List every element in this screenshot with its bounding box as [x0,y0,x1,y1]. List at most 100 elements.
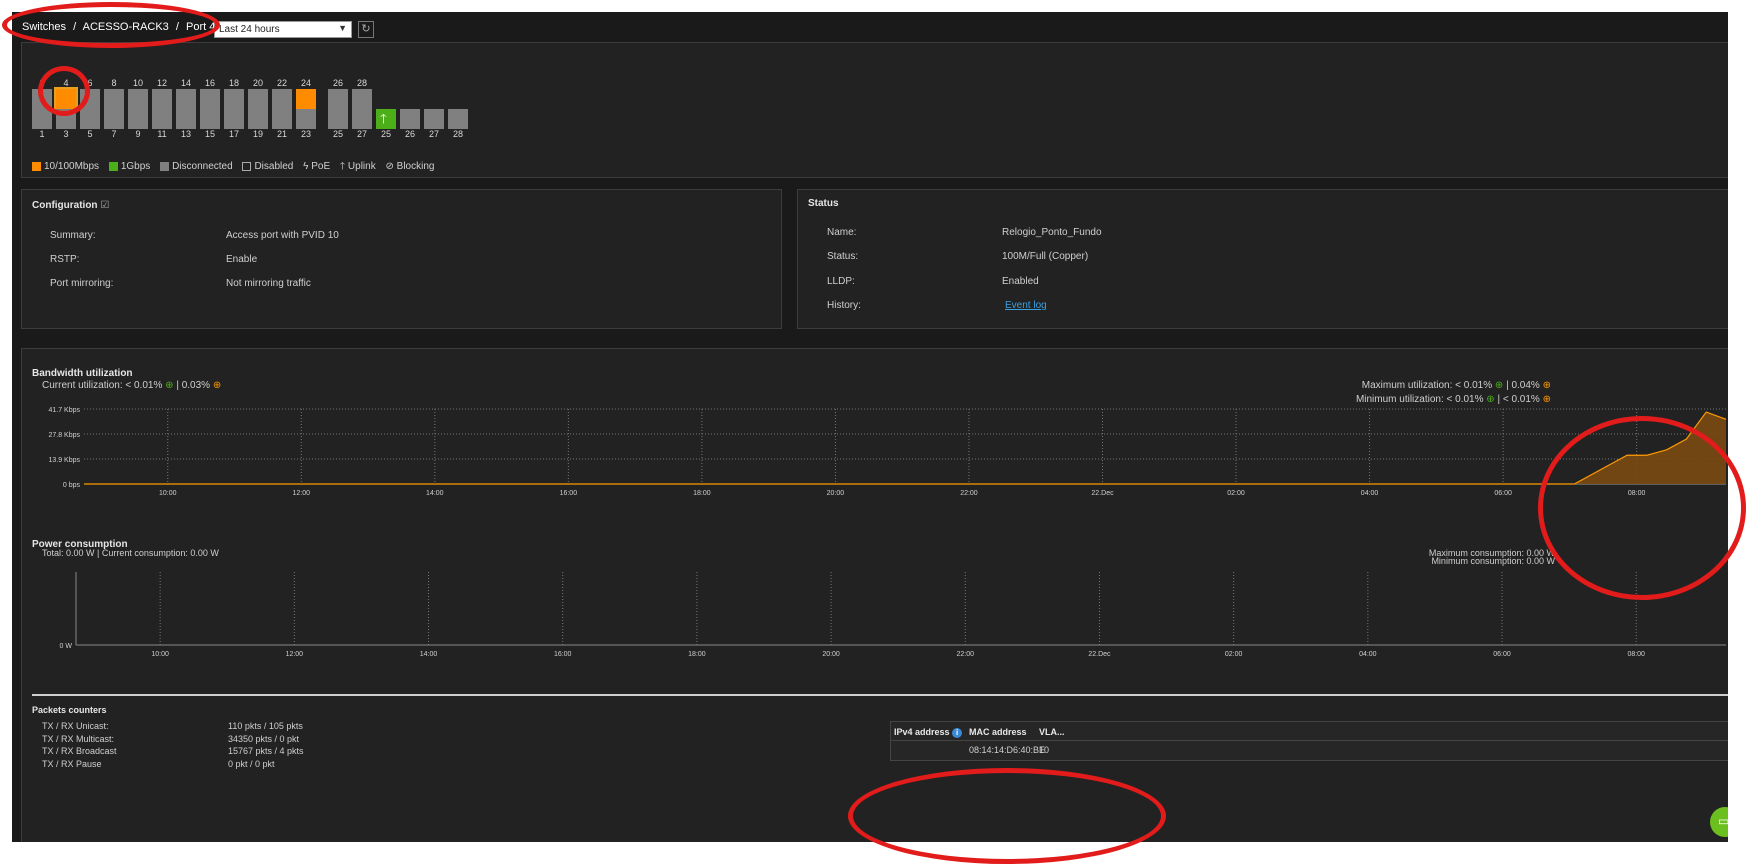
status-lldp-label: LLDP: [827,276,855,287]
status-title: Status [808,198,839,209]
legend-fast: 10/100Mbps [32,161,99,172]
packet-value: 110 pkts / 105 pkts [228,721,303,731]
port-19[interactable] [248,109,268,129]
port-23[interactable] [296,109,316,129]
packet-label: TX / RX Pause [42,758,102,769]
port-8[interactable] [104,89,124,109]
port-number-top: 20 [252,78,263,88]
port-number-top: 24 [300,78,311,88]
port-number-top: 26 [332,78,343,88]
x-tick-label: 02:00 [1227,490,1245,497]
port-number-bottom: 17 [228,129,239,139]
download-icon: ⊕ [165,380,174,391]
port-16[interactable] [200,89,220,109]
chevron-down-icon: ▼ [338,23,347,33]
x-tick-label: 10:00 [159,490,177,497]
legend-blocking: ⊘ Blocking [385,161,435,172]
legend-poe: ϟ PoE [303,161,331,172]
port-9[interactable] [128,109,148,129]
time-period-value: Last 24 hours [219,24,280,35]
port-number-bottom: 23 [300,129,311,139]
table-row[interactable]: 08:14:14:D6:40:BE 10 [891,741,1728,759]
port-27[interactable] [424,109,444,129]
port-number-bottom: 28 [452,129,463,139]
packet-label: TX / RX Broadcast [42,746,117,756]
x-tick-label: 20:00 [827,490,845,497]
power-summary: Total: 0.00 W | Current consumption: 0.0… [42,548,219,558]
annotation-circle-chart [1538,416,1746,600]
port-number-top: 12 [156,78,167,88]
status-history-label: History: [827,300,861,311]
config-mirroring-value: Not mirroring traffic [226,278,311,289]
config-rstp-label: RSTP: [50,254,80,265]
x-tick-label: 02:00 [1225,651,1243,658]
configuration-title: Configuration ☑ [32,200,110,211]
legend-disabled: Disabled [242,161,293,172]
port-12[interactable] [152,89,172,109]
mac-address-header[interactable]: MAC address [969,727,1027,737]
bandwidth-line [84,411,1727,485]
port-24[interactable] [296,89,316,109]
chat-icon: ▭ [1718,814,1728,828]
configuration-panel: Configuration ☑ Summary: Access port wit… [21,189,782,329]
port-17[interactable] [224,109,244,129]
annotation-circle-port4 [38,66,90,116]
port-27[interactable] [352,109,372,129]
x-tick-label: 10:00 [151,651,169,658]
x-tick-label: 12:00 [293,490,311,497]
ipv4-header[interactable]: IPv4 address i [894,727,963,738]
port-15[interactable] [200,109,220,129]
maximum-utilization: Maximum utilization: < 0.01% ⊕ | 0.04% ⊕ [1361,380,1551,391]
packet-value: 15767 pkts / 4 pkts [228,746,304,756]
port-number-bottom: 21 [276,129,287,139]
port-25[interactable] [328,109,348,129]
port-28[interactable] [448,109,468,129]
port-13[interactable] [176,109,196,129]
port-number-bottom: 26 [404,129,415,139]
port-5[interactable] [80,109,100,129]
x-tick-label: 16:00 [554,651,572,658]
port-20[interactable] [248,89,268,109]
x-tick-label: 22:00 [957,651,975,658]
port-number-bottom: 15 [204,129,215,139]
upload-icon: ⊕ [1542,380,1551,391]
event-log-link[interactable]: Event log [1005,300,1047,311]
x-tick-label: 08:00 [1627,651,1645,658]
x-tick-label: 06:00 [1493,651,1511,658]
vlan-cell: 10 [1039,745,1050,755]
port-number-top: 16 [204,78,215,88]
port-25[interactable]: 🡑 [376,109,396,129]
port-number-top: 18 [228,78,239,88]
vlan-header[interactable]: VLA... [1039,727,1065,737]
status-panel: Status Name: Relogio_Ponto_Fundo Status:… [797,189,1728,329]
port-18[interactable] [224,89,244,109]
port-21[interactable] [272,109,292,129]
x-tick-label: 22:00 [960,490,978,497]
port-10[interactable] [128,89,148,109]
port-26[interactable] [328,89,348,109]
port-number-bottom: 1 [39,129,45,139]
time-period-select[interactable]: Last 24 hours ▼ [214,21,352,38]
port-number-bottom: 19 [252,129,263,139]
port-number-bottom: 25 [332,129,343,139]
x-tick-label: 12:00 [286,651,304,658]
packet-label: TX / RX Unicast: [42,721,109,731]
port-number-top: 22 [276,78,287,88]
port-7[interactable] [104,109,124,129]
port-26[interactable] [400,109,420,129]
port-11[interactable] [152,109,172,129]
mac-table: IPv4 address i MAC address VLA... 08:14:… [890,721,1728,761]
config-mirroring-label: Port mirroring: [50,278,114,289]
legend-disconnected: Disconnected [160,161,233,172]
blocking-icon: ⊘ [385,161,394,172]
x-tick-label: 04:00 [1361,490,1379,497]
port-22[interactable] [272,89,292,109]
port-28[interactable] [352,89,372,109]
x-tick-label: 16:00 [560,490,578,497]
mac-cell: 08:14:14:D6:40:BE [969,745,1046,755]
uplink-arrow-icon: 🡑 [380,111,387,126]
refresh-button[interactable]: ↻ [358,21,374,38]
edit-icon[interactable]: ☑ [100,200,109,211]
packet-value: 0 pkt / 0 pkt [228,758,275,769]
port-14[interactable] [176,89,196,109]
